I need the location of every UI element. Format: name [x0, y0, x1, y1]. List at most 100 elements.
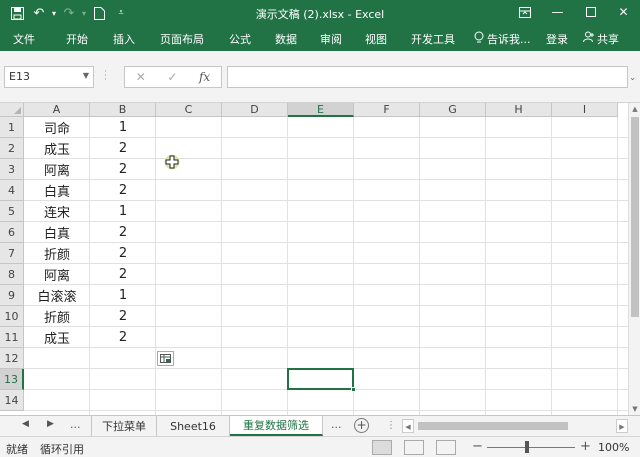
quick-analysis-icon[interactable] — [157, 351, 174, 366]
cell-a4[interactable]: 白真 — [24, 180, 90, 201]
close-icon[interactable]: ✕ — [607, 0, 640, 24]
row-header-10[interactable]: 10 — [0, 306, 24, 327]
undo-dropdown-icon[interactable]: ▾ — [50, 9, 58, 18]
horizontal-scrollbar[interactable]: ◀ ▶ — [402, 419, 628, 433]
horizontal-scroll-thumb[interactable] — [418, 422, 568, 430]
save-icon[interactable] — [6, 3, 28, 23]
row-header-1[interactable]: 1 — [0, 117, 24, 138]
add-sheet-icon[interactable]: + — [354, 418, 369, 433]
column-header-d[interactable]: D — [222, 103, 288, 117]
zoom-in-icon[interactable]: + — [580, 439, 591, 454]
cell-a9[interactable]: 白滚滚 — [24, 285, 90, 306]
cell-a6[interactable]: 白真 — [24, 222, 90, 243]
column-header-c[interactable]: C — [156, 103, 222, 117]
tab-review[interactable]: 审阅 — [320, 31, 342, 47]
column-header-b[interactable]: B — [90, 103, 156, 117]
scroll-right-icon[interactable]: ▶ — [616, 419, 628, 433]
sheet-tab-duplicate-filter[interactable]: 重复数据筛选 — [230, 416, 323, 436]
tab-insert[interactable]: 插入 — [113, 31, 135, 47]
zoom-slider-thumb[interactable] — [525, 441, 529, 453]
ribbon-display-options-icon[interactable] — [508, 0, 541, 24]
cell-b11[interactable]: 2 — [90, 327, 156, 348]
cell-a5[interactable]: 连宋 — [24, 201, 90, 222]
zoom-slider[interactable] — [487, 447, 575, 448]
row-header-6[interactable]: 6 — [0, 222, 24, 243]
cell-b6[interactable]: 2 — [90, 222, 156, 243]
zoom-level[interactable]: 100% — [598, 441, 629, 454]
cell-a11[interactable]: 成玉 — [24, 327, 90, 348]
redo-icon[interactable]: ↷ — [58, 3, 80, 23]
cell-b7[interactable]: 2 — [90, 243, 156, 264]
enter-icon[interactable]: ✓ — [167, 70, 177, 84]
customize-qat-icon[interactable]: ⩡ — [110, 3, 132, 23]
row-header-8[interactable]: 8 — [0, 264, 24, 285]
row-header-7[interactable]: 7 — [0, 243, 24, 264]
undo-icon[interactable]: ↶ — [28, 3, 50, 23]
row-header-11[interactable]: 11 — [0, 327, 24, 348]
row-header-2[interactable]: 2 — [0, 138, 24, 159]
cell-b1[interactable]: 1 — [90, 117, 156, 138]
column-header-a[interactable]: A — [24, 103, 90, 117]
cell-a8[interactable]: 阿离 — [24, 264, 90, 285]
cell-a10[interactable]: 折颜 — [24, 306, 90, 327]
sheet-tab-dropdown-menu[interactable]: 下拉菜单 — [91, 416, 157, 436]
scroll-up-icon[interactable]: ▲ — [629, 103, 640, 115]
tab-data[interactable]: 数据 — [275, 31, 297, 47]
row-header-12[interactable]: 12 — [0, 348, 24, 369]
tell-me-box[interactable]: 告诉我... — [474, 31, 531, 47]
column-header-e[interactable]: E — [288, 103, 354, 117]
cell-b9[interactable]: 1 — [90, 285, 156, 306]
scroll-left-icon[interactable]: ◀ — [402, 419, 414, 433]
row-header-5[interactable]: 5 — [0, 201, 24, 222]
row-header-4[interactable]: 4 — [0, 180, 24, 201]
sheet-tab-sheet16[interactable]: Sheet16 — [157, 416, 230, 436]
sheet-tabs-more[interactable]: ... — [331, 418, 342, 431]
cell-a2[interactable]: 成玉 — [24, 138, 90, 159]
minimize-icon[interactable]: — — [541, 0, 574, 24]
vertical-scrollbar[interactable]: ▲ ▼ — [628, 103, 640, 415]
cancel-icon[interactable]: ✕ — [136, 70, 146, 84]
tab-split-grip-icon[interactable]: ⋮ — [386, 420, 397, 431]
zoom-out-icon[interactable]: − — [472, 439, 483, 454]
worksheet-grid[interactable]: A B C D E F G H I 1 2 3 4 5 6 7 8 9 10 11 12 13 14 司命 成玉 阿离 白真 连宋 白真… — [0, 103, 628, 415]
cell-a3[interactable]: 阿离 — [24, 159, 90, 180]
formula-input[interactable] — [227, 66, 628, 88]
login-link[interactable]: 登录 — [546, 31, 568, 47]
new-file-icon[interactable] — [88, 3, 110, 23]
cell-b2[interactable]: 2 — [90, 138, 156, 159]
cell-b4[interactable]: 2 — [90, 180, 156, 201]
share-button[interactable]: 共享 — [579, 29, 623, 48]
redo-dropdown-icon[interactable]: ▾ — [80, 9, 88, 18]
row-header-14[interactable]: 14 — [0, 390, 24, 411]
row-header-9[interactable]: 9 — [0, 285, 24, 306]
page-layout-view-icon[interactable] — [404, 440, 424, 455]
tab-page-layout[interactable]: 页面布局 — [160, 31, 204, 47]
active-cell-outline[interactable] — [287, 368, 354, 390]
page-break-preview-icon[interactable] — [436, 440, 456, 455]
tab-file[interactable]: 文件 — [13, 31, 35, 47]
row-header-3[interactable]: 3 — [0, 159, 24, 180]
tab-formulas[interactable]: 公式 — [229, 31, 251, 47]
fill-handle[interactable] — [351, 387, 356, 392]
vertical-scroll-thumb[interactable] — [631, 117, 639, 317]
normal-view-icon[interactable] — [372, 440, 392, 455]
scroll-down-icon[interactable]: ▼ — [629, 403, 640, 415]
name-box[interactable]: E13 ▼ — [4, 66, 94, 88]
tab-home[interactable]: 开始 — [66, 31, 88, 47]
cell-a7[interactable]: 折颜 — [24, 243, 90, 264]
cell-a1[interactable]: 司命 — [24, 117, 90, 138]
insert-function-icon[interactable]: fx — [199, 70, 210, 84]
column-header-h[interactable]: H — [486, 103, 552, 117]
column-header-g[interactable]: G — [420, 103, 486, 117]
next-sheet-icon[interactable]: ▶ — [47, 419, 54, 429]
cell-b8[interactable]: 2 — [90, 264, 156, 285]
resize-grip-icon[interactable]: · · · — [104, 68, 108, 85]
maximize-icon[interactable] — [574, 0, 607, 24]
cell-b3[interactable]: 2 — [90, 159, 156, 180]
expand-formula-bar-icon[interactable]: ⌄ — [629, 73, 636, 82]
column-header-f[interactable]: F — [354, 103, 420, 117]
row-header-13[interactable]: 13 — [0, 369, 24, 390]
select-all-corner[interactable] — [0, 103, 24, 117]
tab-view[interactable]: 视图 — [365, 31, 387, 47]
sheet-nav-more[interactable]: ... — [70, 418, 81, 431]
